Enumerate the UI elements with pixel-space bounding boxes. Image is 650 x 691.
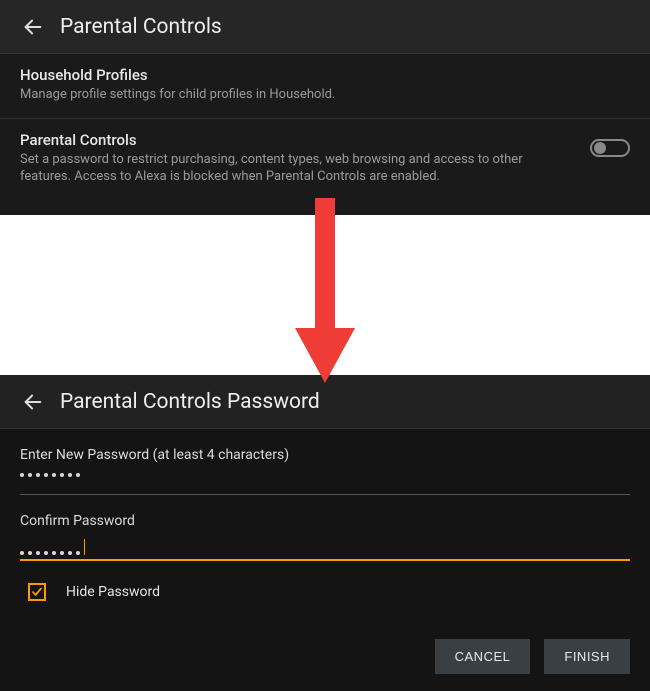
- button-row: CANCEL FINISH: [0, 611, 650, 674]
- confirm-password-input[interactable]: [20, 539, 630, 561]
- finish-button[interactable]: FINISH: [544, 639, 630, 674]
- arrow-left-icon: [22, 16, 44, 38]
- section-title: Parental Controls: [20, 131, 630, 149]
- cancel-button[interactable]: CANCEL: [435, 639, 531, 674]
- section-desc: Manage profile settings for child profil…: [20, 86, 560, 104]
- hide-password-checkbox[interactable]: [28, 583, 46, 601]
- header-bar: Parental Controls: [0, 0, 650, 54]
- field-label: Confirm Password: [20, 513, 630, 529]
- password-screen: Parental Controls Password Enter New Pas…: [0, 375, 650, 691]
- arrow-left-icon: [22, 391, 44, 413]
- header-bar: Parental Controls Password: [0, 375, 650, 429]
- hide-password-label: Hide Password: [66, 584, 160, 600]
- hide-password-row: Hide Password: [0, 561, 650, 611]
- section-title: Household Profiles: [20, 66, 630, 84]
- check-icon: [31, 586, 43, 598]
- new-password-input[interactable]: [20, 473, 630, 495]
- settings-screen: Parental Controls Household Profiles Man…: [0, 0, 650, 215]
- field-label: Enter New Password (at least 4 character…: [20, 447, 630, 463]
- household-profiles-row[interactable]: Household Profiles Manage profile settin…: [0, 54, 650, 119]
- page-title: Parental Controls: [60, 15, 222, 39]
- page-title: Parental Controls Password: [60, 390, 320, 414]
- confirm-password-field: Confirm Password: [0, 495, 650, 561]
- section-desc: Set a password to restrict purchasing, c…: [20, 151, 560, 186]
- toggle-knob: [594, 142, 606, 154]
- gap-area: [0, 215, 650, 375]
- parental-controls-row[interactable]: Parental Controls Set a password to rest…: [0, 119, 650, 200]
- back-button[interactable]: [16, 10, 50, 44]
- parental-controls-toggle[interactable]: [590, 139, 630, 157]
- back-button[interactable]: [16, 385, 50, 419]
- new-password-field: Enter New Password (at least 4 character…: [0, 429, 650, 495]
